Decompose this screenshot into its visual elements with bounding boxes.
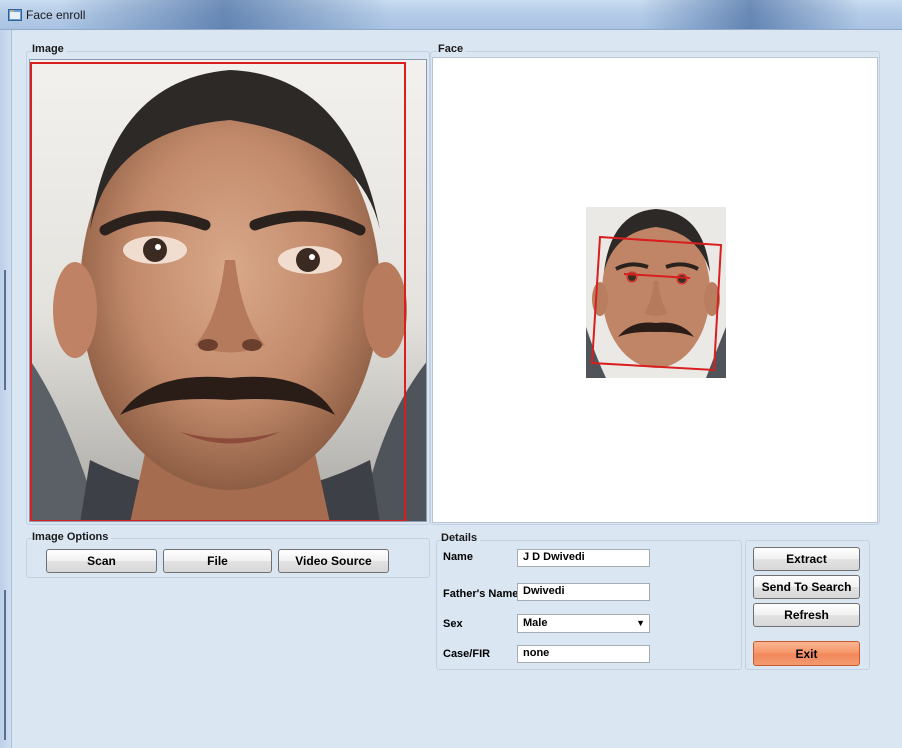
image-options-label: Image Options [32, 531, 112, 543]
file-button[interactable]: File [163, 549, 272, 573]
chevron-down-icon[interactable]: ▼ [636, 618, 645, 628]
extracted-face-thumbnail [586, 207, 726, 378]
title-bar-glass-decoration [640, 0, 860, 29]
title-bar-glass-decoration [60, 0, 390, 29]
face-picturebox[interactable] [432, 57, 878, 523]
details-group-label: Details [441, 532, 481, 544]
image-group-label: Image [32, 43, 67, 55]
app-window-icon [8, 9, 22, 21]
sex-dropdown-value: Male [523, 617, 548, 629]
case-fir-field[interactable]: none [517, 645, 650, 663]
title-bar[interactable]: Face enroll [0, 0, 902, 30]
fathers-name-field[interactable]: Dwivedi [517, 583, 650, 601]
name-field[interactable]: J D Dwivedi [517, 549, 650, 567]
refresh-button[interactable]: Refresh [753, 603, 860, 627]
border-shadow [4, 590, 6, 740]
case-fir-label: Case/FIR [443, 648, 491, 660]
image-picturebox[interactable] [29, 59, 427, 522]
send-to-search-button[interactable]: Send To Search [753, 575, 860, 599]
fathers-name-label: Father's Name [443, 588, 519, 600]
window-left-border [0, 30, 12, 748]
captured-face-image [30, 60, 426, 521]
face-group-label: Face [438, 43, 467, 55]
sex-label: Sex [443, 618, 463, 630]
extract-button[interactable]: Extract [753, 547, 860, 571]
exit-button[interactable]: Exit [753, 641, 860, 666]
video-source-button[interactable]: Video Source [278, 549, 389, 573]
scan-button[interactable]: Scan [46, 549, 157, 573]
sex-dropdown[interactable]: Male ▼ [517, 614, 650, 633]
name-label: Name [443, 551, 473, 563]
window-title: Face enroll [26, 8, 86, 22]
border-shadow [4, 270, 6, 390]
